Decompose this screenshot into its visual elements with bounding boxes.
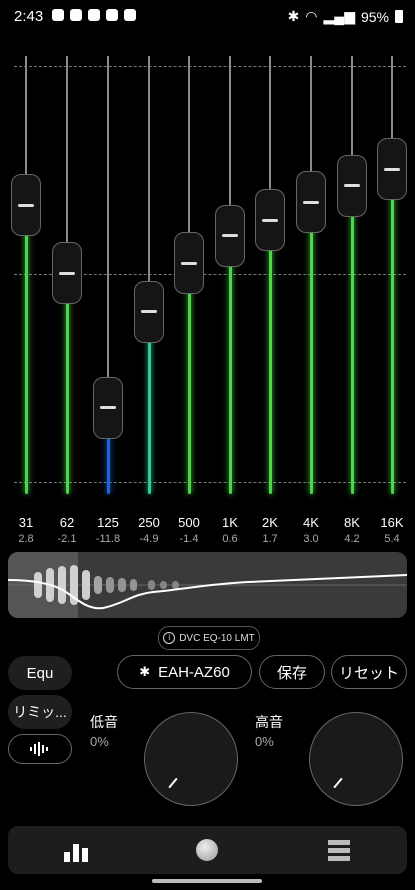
eq-slider-31[interactable]: [11, 174, 41, 237]
eq-level-fill: [65, 273, 69, 494]
eq-gain-label: -2.1: [57, 533, 77, 545]
eq-gain-label: 2.8: [18, 533, 34, 545]
notification-icon: [70, 9, 82, 21]
device-button[interactable]: ✱ EAH-AZ60: [117, 655, 252, 689]
info-icon: i: [163, 632, 176, 644]
eq-frequency-label: 16K: [380, 515, 404, 530]
eq-level-fill: [268, 220, 272, 494]
dvc-badge[interactable]: i DVC EQ-10 LMT: [158, 626, 260, 650]
bass-knob[interactable]: [144, 712, 238, 806]
battery-icon: [395, 10, 403, 23]
eq-level-fill: [24, 205, 28, 494]
eq-gain-label: 0.6: [222, 533, 238, 545]
save-label: 保存: [276, 664, 307, 682]
eq-frequency-label: 500: [178, 515, 200, 530]
preset-button[interactable]: Equ: [8, 656, 72, 690]
eq-gain-label: -1.4: [179, 533, 199, 545]
spectrum-bar: [148, 580, 155, 590]
menu-icon: [328, 840, 350, 861]
eq-gain-label: 3.0: [303, 533, 319, 545]
spectrum-bar: [82, 570, 90, 600]
spectrum-bar: [130, 579, 137, 591]
reset-button[interactable]: リセット: [331, 655, 407, 689]
eq-frequency-label: 31: [18, 515, 34, 530]
bass-knob-indicator: [168, 777, 178, 789]
eq-slider-2K[interactable]: [255, 189, 285, 252]
waveform-icon: [30, 742, 48, 756]
treble-knob[interactable]: [309, 712, 403, 806]
spectrum-bar: [58, 566, 66, 604]
notification-icon: [124, 9, 136, 21]
eq-level-fill: [187, 263, 191, 494]
battery-percent: 95%: [360, 8, 389, 25]
eq-slider-125[interactable]: [93, 376, 123, 439]
notification-icons: [52, 9, 136, 21]
frequency-curve-panel[interactable]: [8, 552, 407, 618]
treble-value: 0%: [255, 734, 274, 749]
status-bar: 2:43 ✱ ◠ ▂▄▆ 95%: [0, 0, 415, 34]
eq-slider-250[interactable]: [134, 280, 164, 343]
visualizer-button[interactable]: [8, 734, 72, 764]
eq-frequency-label: 8K: [344, 515, 360, 530]
spectrum-bar: [160, 581, 167, 589]
eq-level-fill: [228, 235, 232, 494]
spectrum-bar: [34, 572, 42, 598]
frequency-curve: [8, 552, 407, 618]
eq-gain-label: -11.8: [95, 533, 121, 545]
limiter-button[interactable]: リミッ...: [8, 695, 72, 729]
preset-label: Equ: [26, 664, 54, 682]
spectrum-bar: [118, 578, 126, 592]
eq-slider-62[interactable]: [52, 242, 82, 305]
save-button[interactable]: 保存: [259, 655, 325, 689]
dvc-label: DVC EQ-10 LMT: [179, 632, 255, 644]
eq-slider-8K[interactable]: [337, 154, 367, 217]
nav-equalizer[interactable]: [64, 838, 92, 867]
status-time: 2:43: [14, 8, 44, 25]
nav-knob[interactable]: [196, 839, 218, 861]
signal-icon: ▂▄▆: [323, 8, 355, 24]
nav-menu[interactable]: [328, 839, 350, 866]
eq-frequency-label: 62: [59, 515, 75, 530]
status-right: ✱ ◠ ▂▄▆ 95%: [288, 8, 403, 25]
treble-label: 高音: [255, 714, 283, 730]
eq-gain-label: 5.4: [384, 533, 400, 545]
bluetooth-icon: ✱: [139, 664, 151, 679]
eq-gain-label: 1.7: [262, 533, 278, 545]
limiter-label: リミッ...: [13, 704, 67, 720]
treble-knob-indicator: [333, 777, 343, 789]
spectrum-bar: [106, 577, 114, 593]
bar-chart-icon: [64, 844, 88, 862]
grid-line-bottom: [14, 482, 406, 483]
spectrum-bar: [94, 576, 102, 594]
bottom-nav: [8, 826, 407, 874]
device-label: EAH-AZ60: [158, 663, 230, 681]
home-indicator: [152, 879, 262, 883]
eq-gain-label: -4.9: [139, 533, 159, 545]
reset-label: リセット: [338, 664, 399, 682]
eq-slider-4K[interactable]: [296, 171, 326, 234]
eq-frequency-label: 250: [138, 515, 160, 530]
notification-icon: [88, 9, 100, 21]
notification-icon: [106, 9, 118, 21]
eq-frequency-label: 125: [97, 515, 119, 530]
eq-level-fill: [309, 202, 313, 494]
eq-slider-16K[interactable]: [377, 138, 407, 201]
eq-slider-1K[interactable]: [215, 204, 245, 267]
grid-line-top: [14, 66, 406, 67]
wifi-icon: ◠: [305, 8, 318, 24]
spectrum-bar: [172, 581, 179, 589]
equalizer: 31 2.8 62 -2.1 125 -11.8 250 -4.9 500 -1.4 1K 0.6 2K…: [0, 40, 415, 550]
bass-label: 低音: [90, 714, 118, 730]
bass-value: 0%: [90, 734, 109, 749]
notification-icon: [52, 9, 64, 21]
bluetooth-icon: ✱: [287, 8, 300, 24]
eq-frequency-label: 2K: [262, 515, 278, 530]
eq-frequency-label: 1K: [222, 515, 238, 530]
eq-slider-500[interactable]: [174, 232, 204, 295]
eq-level-fill: [350, 185, 354, 494]
eq-level-fill: [390, 169, 394, 494]
eq-frequency-label: 4K: [303, 515, 319, 530]
eq-gain-label: 4.2: [344, 533, 360, 545]
